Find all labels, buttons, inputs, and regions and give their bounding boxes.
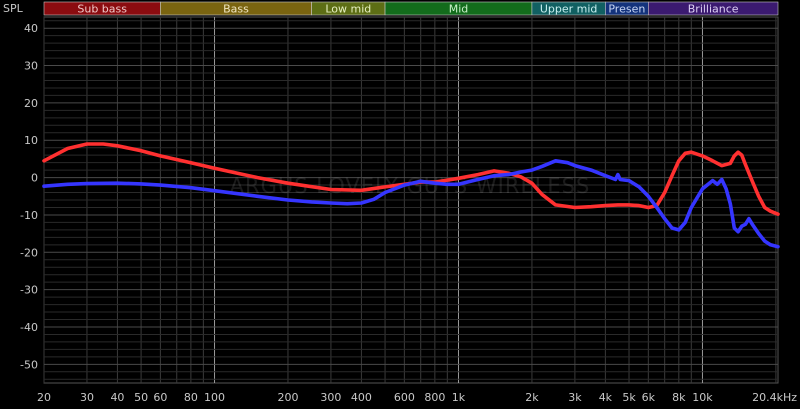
y-tick-label: -40: [20, 321, 38, 334]
x-tick-label: 400: [351, 391, 372, 404]
x-tick-label: 1k: [452, 391, 466, 404]
frequency-response-chart: Sub bass Bass Low mid Mid Upper mid Presen Bri…: [0, 0, 800, 409]
x-tick-label: 5k: [622, 391, 636, 404]
y-tick-label: -50: [20, 358, 38, 371]
x-tick-label: 200: [277, 391, 298, 404]
y-tick-label: -10: [20, 209, 38, 222]
x-tick-label: 300: [320, 391, 341, 404]
x-tick-label: 30: [80, 391, 94, 404]
x-tick-label: 2k: [525, 391, 539, 404]
x-tick-label: 800: [424, 391, 445, 404]
frequency-band-bar: Sub bass Bass Low mid Mid Upper mid Presen Bri…: [43, 1, 779, 16]
x-tick-label: 80: [184, 391, 198, 404]
y-tick-label: -30: [20, 284, 38, 297]
x-tick-label: 20: [37, 391, 51, 404]
band-label: Sub bass: [77, 3, 127, 16]
x-tick-label: 8k: [672, 391, 686, 404]
y-tick-label: 40: [24, 22, 38, 35]
x-tick-label: 600: [394, 391, 415, 404]
band-label: Mid: [449, 3, 469, 16]
x-tick-label: 40: [110, 391, 124, 404]
y-axis-label: SPL: [3, 2, 24, 15]
y-tick-label: 10: [24, 134, 38, 147]
x-tick-label: 20.4kHz: [752, 391, 797, 404]
x-tick-label: 3k: [568, 391, 582, 404]
y-tick-label: -20: [20, 246, 38, 259]
band-label: Low mid: [325, 3, 371, 16]
x-tick-label: 6k: [642, 391, 656, 404]
x-tick-label: 10k: [692, 391, 713, 404]
y-tick-label: 0: [31, 172, 38, 185]
band-label: Presen: [608, 3, 645, 16]
x-tick-label: 100: [204, 391, 225, 404]
band-label: Bass: [223, 3, 249, 16]
y-tick-label: 20: [24, 97, 38, 110]
band-label: Brilliance: [688, 3, 739, 16]
y-tick-label: 30: [24, 60, 38, 73]
x-tick-label: 50: [134, 391, 148, 404]
x-tick-label: 60: [153, 391, 167, 404]
x-tick-label: 4k: [599, 391, 613, 404]
band-label: Upper mid: [540, 3, 598, 16]
